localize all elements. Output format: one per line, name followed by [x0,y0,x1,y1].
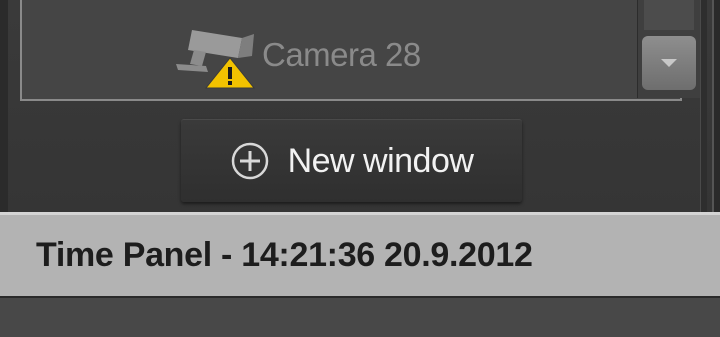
panel-divider[interactable] [700,0,707,212]
time-panel-title: Time Panel - 14:21:36 20.9.2012 [36,236,533,274]
scroll-down-button[interactable] [642,36,696,90]
time-panel-body [0,296,720,337]
app-window: Camera 28 New window Time Panel - 14:21:… [0,0,720,337]
chevron-down-icon [661,59,677,67]
camera-panel: Camera 28 New window [0,0,720,212]
camera-list: Camera 28 [20,0,701,101]
list-item-camera[interactable]: Camera 28 [172,20,421,90]
scrollbar[interactable] [637,0,701,98]
camera-warning-icon [172,20,262,90]
time-panel-header[interactable]: Time Panel - 14:21:36 20.9.2012 [0,212,720,296]
new-window-label: New window [287,141,474,180]
plus-circle-icon [231,142,268,180]
camera-label: Camera 28 [262,36,421,73]
panel-left-edge [0,0,8,212]
new-window-button[interactable]: New window [181,119,522,202]
panel-edge [712,0,720,212]
scrollbar-thumb[interactable] [644,0,694,30]
